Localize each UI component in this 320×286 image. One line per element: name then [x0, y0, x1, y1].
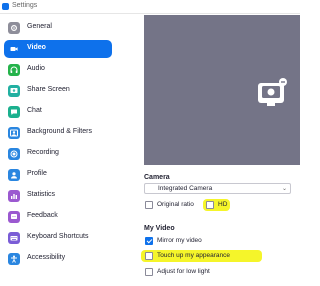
gear-icon	[8, 22, 20, 34]
my-video-heading: My Video	[144, 225, 175, 232]
camera-select[interactable]: Integrated Camera ⌄	[144, 183, 291, 194]
hd-checkbox[interactable]	[206, 201, 214, 209]
original-ratio-checkbox[interactable]	[145, 201, 153, 209]
settings-sidebar: General Video Audio Share Screen Chat Ba…	[0, 15, 118, 286]
mirror-video-checkbox[interactable]	[145, 237, 153, 245]
sidebar-item-accessibility[interactable]: Accessibility	[4, 250, 112, 268]
keyboard-icon	[8, 232, 20, 244]
sidebar-item-audio[interactable]: Audio	[4, 61, 112, 79]
mirror-video-label: Mirror my video	[157, 237, 202, 244]
sidebar-item-general[interactable]: General	[4, 19, 112, 37]
hd-label: HD	[218, 201, 228, 208]
title-bar: Settings	[0, 0, 300, 14]
low-light-checkbox[interactable]	[145, 268, 153, 276]
recording-icon	[8, 148, 20, 160]
headphones-icon	[8, 64, 20, 76]
statistics-icon	[8, 190, 20, 202]
camera-heading: Camera	[144, 174, 170, 181]
touch-up-label: Touch up my appearance	[157, 252, 230, 259]
profile-icon	[8, 169, 20, 181]
video-camera-icon	[8, 43, 20, 55]
low-light-label: Adjust for low light	[157, 268, 210, 275]
camera-off-icon	[258, 78, 287, 106]
sidebar-item-video[interactable]: Video	[4, 40, 112, 58]
share-screen-icon	[8, 85, 20, 97]
sidebar-item-statistics[interactable]: Statistics	[4, 187, 112, 205]
sidebar-item-chat[interactable]: Chat	[4, 103, 112, 121]
sidebar-item-profile[interactable]: Profile	[4, 166, 112, 184]
feedback-icon	[8, 211, 20, 223]
sidebar-item-keyboard-shortcuts[interactable]: Keyboard Shortcuts	[4, 229, 112, 247]
accessibility-icon	[8, 253, 20, 265]
sidebar-item-share-screen[interactable]: Share Screen	[4, 82, 112, 100]
chat-icon	[8, 106, 20, 118]
background-icon	[8, 127, 20, 139]
zoom-app-icon	[2, 3, 9, 10]
original-ratio-label: Original ratio	[157, 201, 194, 208]
chevron-down-icon: ⌄	[281, 186, 287, 192]
sidebar-item-feedback[interactable]: Feedback	[4, 208, 112, 226]
sidebar-item-background-filters[interactable]: Background & Filters	[4, 124, 112, 142]
sidebar-item-recording[interactable]: Recording	[4, 145, 112, 163]
touch-up-checkbox[interactable]	[145, 252, 153, 260]
window-title: Settings	[12, 2, 38, 9]
